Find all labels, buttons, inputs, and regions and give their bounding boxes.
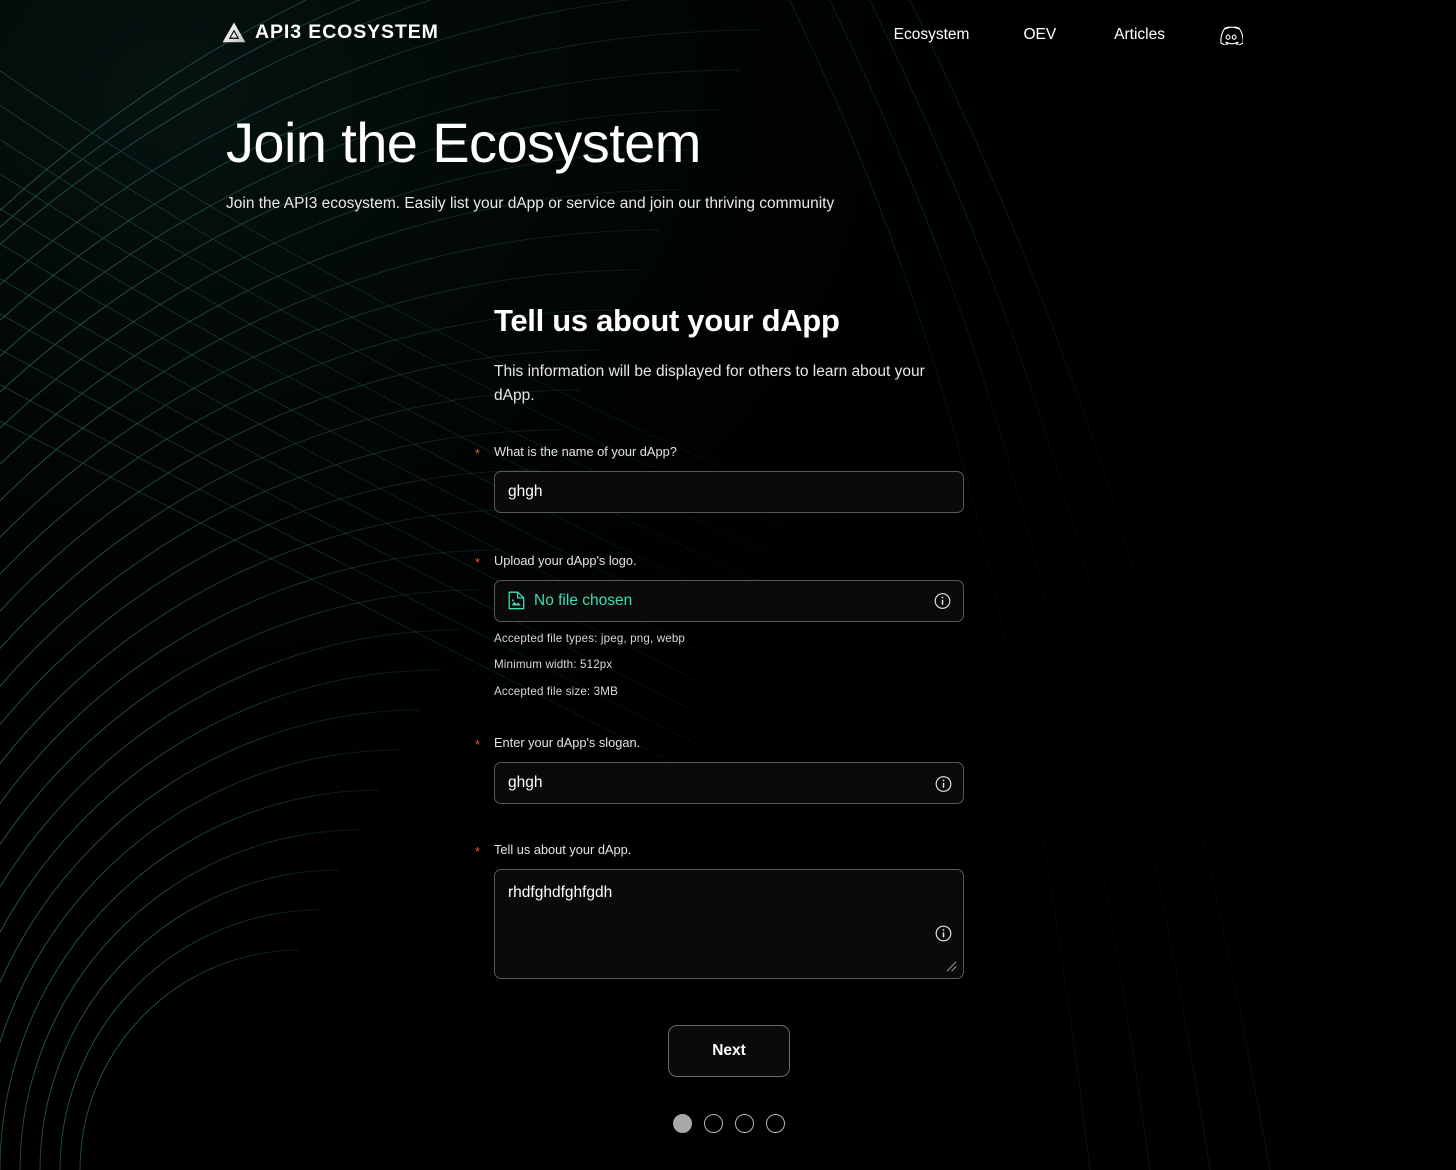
step-dot-3[interactable]: [735, 1114, 754, 1133]
field-dapp-name: * What is the name of your dApp?: [475, 443, 964, 513]
next-button[interactable]: Next: [668, 1025, 790, 1077]
dapp-name-input[interactable]: [494, 470, 964, 513]
hint-accepted-size: Accepted file size: 3MB: [494, 684, 618, 698]
nav-item-oev[interactable]: OEV: [1023, 23, 1056, 47]
brand-logo-link[interactable]: API3 ECOSYSTEM: [222, 22, 439, 43]
logo-upload-button[interactable]: No file chosen: [494, 579, 964, 622]
form-title: Tell us about your dApp: [494, 303, 840, 338]
step-dot-4[interactable]: [766, 1114, 785, 1133]
top-navigation-bar: API3 ECOSYSTEM Ecosystem OEV Articles: [0, 0, 1456, 70]
label-dapp-about: * Tell us about your dApp.: [475, 842, 964, 858]
info-circle-icon[interactable]: [934, 592, 951, 609]
required-asterisk: *: [475, 737, 481, 753]
info-circle-icon[interactable]: [935, 925, 952, 942]
hero-section: Join the Ecosystem Join the API3 ecosyst…: [226, 111, 1126, 214]
dapp-form: Tell us about your dApp This information…: [475, 303, 964, 979]
dapp-about-textarea[interactable]: rhdfghdfghfgdh: [494, 868, 964, 979]
nav-item-ecosystem[interactable]: Ecosystem: [894, 23, 970, 47]
discord-icon: [1220, 25, 1243, 45]
field-dapp-logo: * Upload your dApp's logo. No file chose…: [475, 552, 964, 698]
required-asterisk: *: [475, 445, 481, 461]
discord-link[interactable]: [1218, 22, 1244, 48]
label-text: What is the name of your dApp?: [494, 443, 677, 459]
label-dapp-logo: * Upload your dApp's logo.: [475, 552, 964, 569]
label-text: Upload your dApp's logo.: [494, 552, 637, 568]
page-root: API3 ECOSYSTEM Ecosystem OEV Articles Jo…: [0, 0, 1456, 1170]
label-text: Tell us about your dApp.: [494, 842, 632, 858]
logo-file-status: No file chosen: [534, 591, 633, 609]
hint-minimum-width: Minimum width: 512px: [494, 658, 613, 672]
label-dapp-slogan: * Enter your dApp's slogan.: [475, 735, 964, 751]
image-file-icon: [508, 591, 525, 610]
logo-upload-hints: Accepted file types: jpeg, png, webp Min…: [494, 631, 964, 698]
brand-name: API3 ECOSYSTEM: [255, 20, 439, 43]
info-circle-icon[interactable]: [935, 775, 952, 792]
form-actions: Next: [494, 1025, 964, 1077]
dapp-slogan-input[interactable]: [494, 762, 964, 805]
api3-triangle-logo-icon: [222, 22, 246, 43]
field-dapp-slogan: * Enter your dApp's slogan.: [475, 735, 964, 805]
brand-name-secondary: ECOSYSTEM: [308, 20, 439, 43]
hint-accepted-types: Accepted file types: jpeg, png, webp: [494, 631, 686, 645]
step-dot-1[interactable]: [673, 1114, 692, 1133]
required-asterisk: *: [475, 554, 481, 570]
nav-item-articles[interactable]: Articles: [1114, 23, 1165, 47]
form-description: This information will be displayed for o…: [494, 362, 925, 404]
page-title: Join the Ecosystem: [226, 111, 701, 174]
required-asterisk: *: [475, 844, 481, 860]
step-dot-2[interactable]: [704, 1114, 723, 1133]
label-text: Enter your dApp's slogan.: [494, 735, 641, 751]
brand-name-primary: API3: [255, 20, 302, 43]
step-indicator: [494, 1114, 964, 1133]
primary-nav: Ecosystem OEV Articles: [894, 22, 1244, 48]
field-dapp-about: * Tell us about your dApp. rhdfghdfghfgd…: [475, 842, 964, 979]
label-dapp-name: * What is the name of your dApp?: [475, 443, 964, 460]
hero-subtitle: Join the API3 ecosystem. Easily list you…: [226, 194, 835, 212]
